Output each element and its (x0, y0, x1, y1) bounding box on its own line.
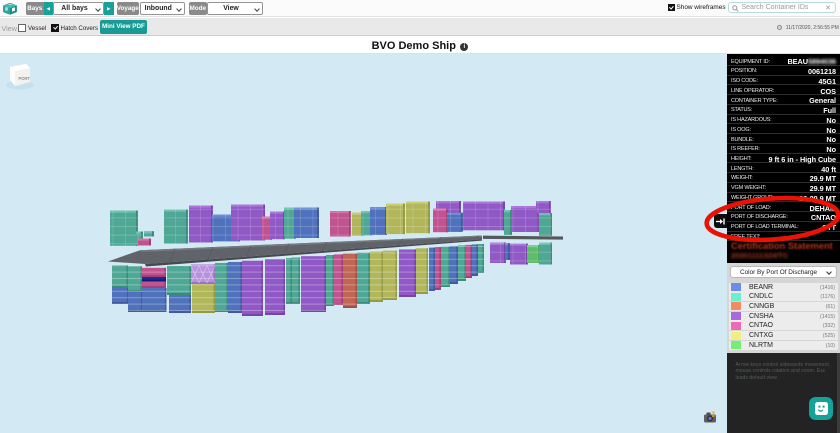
svg-text:PORT: PORT (19, 76, 31, 81)
